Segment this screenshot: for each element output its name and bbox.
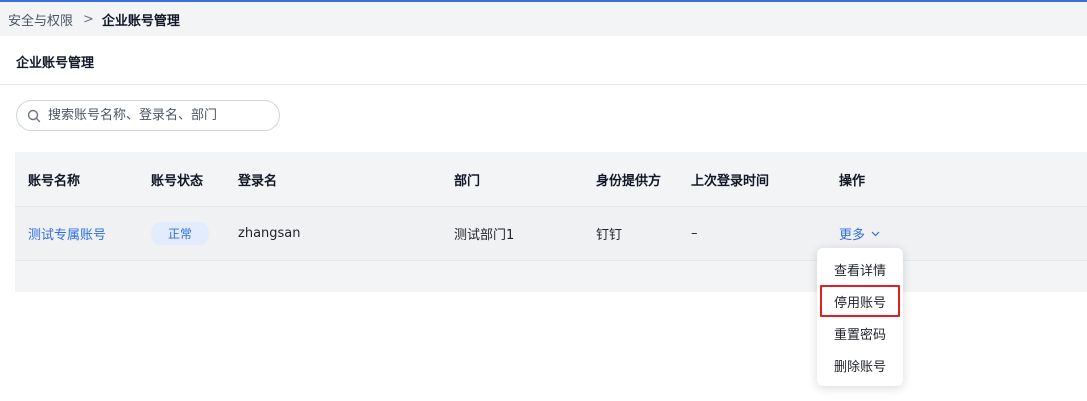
divider: [0, 84, 1087, 85]
search-input[interactable]: [48, 108, 263, 123]
breadcrumb-separator: >: [83, 11, 94, 27]
department: 测试部门1: [454, 228, 515, 243]
search-icon: [27, 109, 41, 123]
header-last-login: 上次登录时间: [691, 173, 770, 189]
header-actions: 操作: [839, 173, 866, 189]
breadcrumb: 安全与权限 > 企业账号管理: [0, 2, 1087, 36]
menu-item-delete-account[interactable]: 删除账号: [820, 349, 900, 381]
status-badge: 正常: [151, 222, 210, 245]
account-name-link[interactable]: 测试专属账号: [28, 224, 106, 243]
menu-item-view-details[interactable]: 查看详情: [820, 253, 900, 285]
identity-provider: 钉钉: [596, 228, 623, 243]
menu-item-reset-password[interactable]: 重置密码: [820, 317, 900, 349]
header-account-name: 账号名称: [28, 173, 81, 189]
accounts-table: 账号名称 账号状态 登录名 部门 身份提供方 上次登录时间 操作 测试专属账号 …: [15, 152, 1087, 292]
table-row: 测试专属账号 正常 zhangsan 测试部门1 钉钉 – 更多: [15, 206, 1087, 260]
header-department: 部门: [454, 173, 481, 189]
search-box[interactable]: [16, 100, 280, 131]
breadcrumb-current: 企业账号管理: [101, 13, 180, 29]
more-actions-button[interactable]: 更多: [839, 224, 880, 243]
table-footer: [15, 260, 1087, 292]
chevron-down-icon: [871, 231, 880, 237]
more-label: 更多: [839, 228, 866, 243]
login-name: zhangsan: [238, 226, 301, 241]
header-identity-provider: 身份提供方: [596, 173, 662, 189]
page-title: 企业账号管理: [16, 56, 95, 71]
last-login-time: –: [691, 226, 698, 241]
header-login-name: 登录名: [238, 173, 278, 189]
header-account-status: 账号状态: [151, 173, 204, 189]
more-actions-menu: 查看详情 停用账号 重置密码 删除账号: [817, 248, 903, 386]
menu-item-disable-account[interactable]: 停用账号: [820, 285, 900, 317]
table-header: 账号名称 账号状态 登录名 部门 身份提供方 上次登录时间 操作: [15, 152, 1087, 206]
breadcrumb-root[interactable]: 安全与权限: [8, 10, 73, 29]
